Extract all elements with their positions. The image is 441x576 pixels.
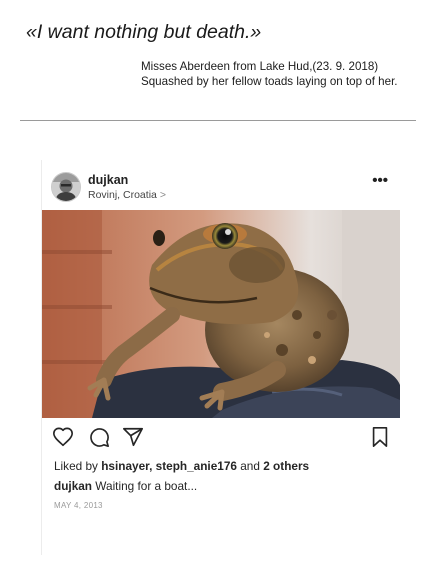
caption-text: Waiting for a boat... bbox=[92, 479, 198, 493]
chevron-right-icon: > bbox=[159, 189, 167, 201]
avatar-image bbox=[52, 173, 80, 201]
story-caption-line-1: Misses Aberdeen from Lake Hud,(23. 9. 20… bbox=[141, 60, 379, 73]
post-location[interactable]: Rovinj, Croatia > bbox=[88, 189, 166, 201]
bookmark-icon[interactable] bbox=[370, 426, 390, 448]
location-label: Rovinj, Croatia bbox=[88, 189, 157, 201]
more-options-icon[interactable]: ••• bbox=[372, 173, 388, 188]
post-actions bbox=[42, 426, 400, 452]
story-caption: Misses Aberdeen from Lake Hud,(23. 9. 20… bbox=[141, 59, 398, 89]
share-icon[interactable] bbox=[122, 426, 144, 448]
likes-joiner: and bbox=[236, 459, 264, 473]
avatar[interactable] bbox=[51, 172, 81, 202]
story-caption-line-2: Squashed by her fellow toads laying on t… bbox=[141, 75, 398, 88]
post-date: MAY 4, 2013 bbox=[54, 501, 103, 510]
likes-users[interactable]: hsinayer, steph_anie176 bbox=[101, 459, 237, 473]
likes-others[interactable]: 2 others bbox=[263, 459, 309, 473]
post-photo[interactable] bbox=[42, 210, 400, 418]
quote-title: «I want nothing but death.» bbox=[26, 21, 262, 43]
caption-username[interactable]: dujkan bbox=[54, 479, 92, 493]
toad-photo bbox=[42, 210, 400, 418]
divider bbox=[20, 120, 416, 121]
heart-icon[interactable] bbox=[52, 426, 74, 448]
page: «I want nothing but death.» Misses Aberd… bbox=[0, 0, 441, 576]
comment-icon[interactable] bbox=[88, 426, 110, 448]
likes-line: Liked by hsinayer, steph_anie176 and 2 o… bbox=[54, 459, 309, 473]
instagram-post: dujkan Rovinj, Croatia > ••• Liked by hs… bbox=[42, 160, 400, 555]
likes-prefix: Liked by bbox=[54, 459, 102, 473]
post-caption: dujkan Waiting for a boat... bbox=[54, 479, 197, 493]
post-header: dujkan Rovinj, Croatia > ••• bbox=[42, 160, 400, 210]
post-username[interactable]: dujkan bbox=[88, 173, 128, 187]
